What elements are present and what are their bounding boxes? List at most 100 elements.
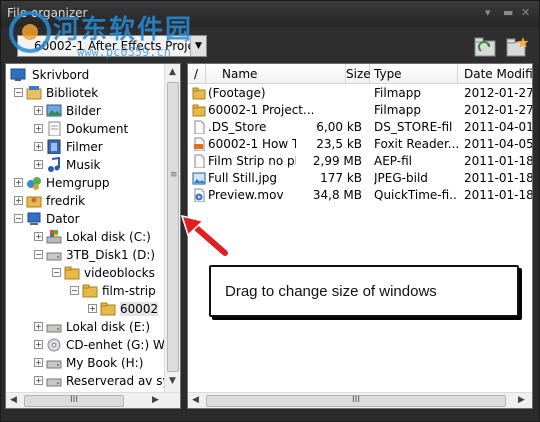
file-row[interactable]: .DS_Store 6,00 kB DS_STORE-fil 2011-04-0… [188,119,532,136]
new-folder-button[interactable] [505,35,529,59]
pdf-icon [194,137,205,151]
pin-icon[interactable]: ▾ [485,6,491,19]
project-dropdown-value: 60002-1 After Effects Project [34,39,207,53]
file-size: 34,8 MB [312,188,362,202]
annotation-callout: Drag to change size of windows [209,265,519,317]
file-date: 2011-04-05 [464,137,532,151]
column-header-name[interactable]: Name [206,64,346,84]
tree-horizontal-scrollbar[interactable]: ◀ III ▶ [6,392,180,408]
music-icon [48,157,60,172]
chevron-down-icon[interactable]: ▼ [190,36,206,56]
file-row[interactable]: Full Still.jpg 177 kB JPEG-bild 2011-01-… [188,170,532,187]
collapse-toggle-icon[interactable]: − [14,88,23,97]
file-size: 23,5 kB [316,137,362,151]
scroll-down-icon[interactable]: ▼ [169,376,176,386]
folder-icon [192,104,206,117]
file-row[interactable]: 60002-1 How T... 23,5 kB Foxit Reader...… [188,136,532,153]
folder-icon [100,302,116,316]
file-row[interactable]: 60002-1 Project... Filmapp 2012-01-27 [188,102,532,119]
file-size: 177 kB [320,171,362,185]
tree-vertical-scrollbar[interactable]: ▲ ≡ ▼ [164,64,180,392]
image-icon [192,172,206,185]
folder-icon [64,266,80,280]
scroll-up-icon[interactable]: ▲ [169,67,176,77]
file-date: 2011-04-01 [464,120,532,134]
column-header-type[interactable]: Type [370,64,458,84]
expand-toggle-icon[interactable]: + [14,196,23,205]
desktop-icon [10,68,26,81]
drive-icon [46,378,62,387]
expand-toggle-icon[interactable]: + [88,304,97,313]
file-icon [194,154,205,168]
file-list-header: / Name Size Type Date Modifie [188,64,532,84]
expand-toggle-icon[interactable]: + [34,124,43,133]
documents-icon [48,121,61,136]
file-type: Foxit Reader... [374,137,458,151]
drive-icon [46,360,62,369]
expand-toggle-icon[interactable]: + [34,358,43,367]
file-organizer-window: File organizer ▾ ▬ ✕ 60002-1 After Effec… [0,0,540,422]
scroll-left-icon[interactable]: ◀ [192,395,199,405]
file-name: Preview.mov [208,188,284,202]
film-icon [47,139,61,154]
collapse-toggle-icon[interactable]: − [14,214,23,223]
file-date: 2011-01-18 [464,171,532,185]
toolbar: 60002-1 After Effects Project ▼ [1,27,539,63]
scrollbar-thumb[interactable]: III [24,395,124,407]
drive-icon [46,324,62,333]
project-dropdown[interactable]: 60002-1 After Effects Project ▼ [17,35,207,57]
expand-toggle-icon[interactable]: + [14,178,23,187]
window-title: File organizer [7,6,88,20]
scroll-grip-label: III [352,395,360,405]
expand-toggle-icon[interactable]: + [34,376,43,385]
expand-toggle-icon[interactable]: + [34,142,43,151]
file-name: Film Strip no plu... [208,154,296,168]
file-row[interactable]: Preview.mov 34,8 MB QuickTime-fi... 2011… [188,187,532,204]
title-bar[interactable]: File organizer ▾ ▬ ✕ [1,1,539,27]
file-row[interactable]: (Footage) Filmapp 2012-01-27 [188,85,532,102]
scroll-left-icon[interactable]: ◀ [10,395,17,405]
column-header-size[interactable]: Size [346,64,371,84]
cd-drive-icon [47,338,61,352]
library-icon [26,86,42,100]
expand-toggle-icon[interactable]: + [34,322,43,331]
file-date: 2011-01-18 [464,154,532,168]
new-folder-icon [506,37,529,57]
collapse-toggle-icon[interactable]: − [52,268,61,277]
file-type: AEP-fil [374,154,412,168]
refresh-folder-button[interactable] [473,35,497,59]
refresh-folder-icon [474,37,496,57]
column-header-date[interactable]: Date Modifie [458,64,532,84]
file-size: 2,99 MB [312,154,362,168]
file-list-pane[interactable]: / Name Size Type Date Modifie (Footage) … [187,63,533,409]
file-row[interactable]: Film Strip no plu... 2,99 MB AEP-fil 201… [188,153,532,170]
folder-icon [192,87,206,100]
file-size: 6,00 kB [316,120,362,134]
annotation-arrow-icon [180,214,229,258]
expand-toggle-icon[interactable]: + [34,160,43,169]
folder-icon [82,284,98,298]
scroll-right-icon[interactable]: ▶ [152,395,159,405]
file-list-horizontal-scrollbar[interactable]: ◀ III ▶ [188,392,532,408]
collapse-toggle-icon[interactable]: − [70,286,79,295]
close-icon[interactable]: ✕ [521,6,530,19]
expand-toggle-icon[interactable]: + [34,340,43,349]
file-type: DS_STORE-fil [374,120,453,134]
sort-indicator[interactable]: / [188,64,206,84]
video-icon [194,188,205,202]
expand-toggle-icon[interactable]: + [34,106,43,115]
file-name: (Footage) [208,86,266,100]
file-name: .DS_Store [208,120,267,134]
minimize-icon[interactable]: ▬ [503,6,513,19]
scroll-right-icon[interactable]: ▶ [518,395,525,405]
file-type: QuickTime-fi... [374,188,458,202]
collapse-toggle-icon[interactable]: − [34,250,43,259]
file-icon [194,120,205,134]
scrollbar-thumb[interactable]: III [206,395,506,407]
scroll-grip-label: III [70,395,78,405]
file-name: Full Still.jpg [208,171,278,185]
expand-toggle-icon[interactable]: + [34,232,43,241]
scrollbar-thumb[interactable] [167,82,179,372]
callout-text: Drag to change size of windows [225,283,437,300]
folder-tree-pane[interactable]: Skrivbord − Bibliotek + Bilder + Dokumen… [5,63,181,409]
